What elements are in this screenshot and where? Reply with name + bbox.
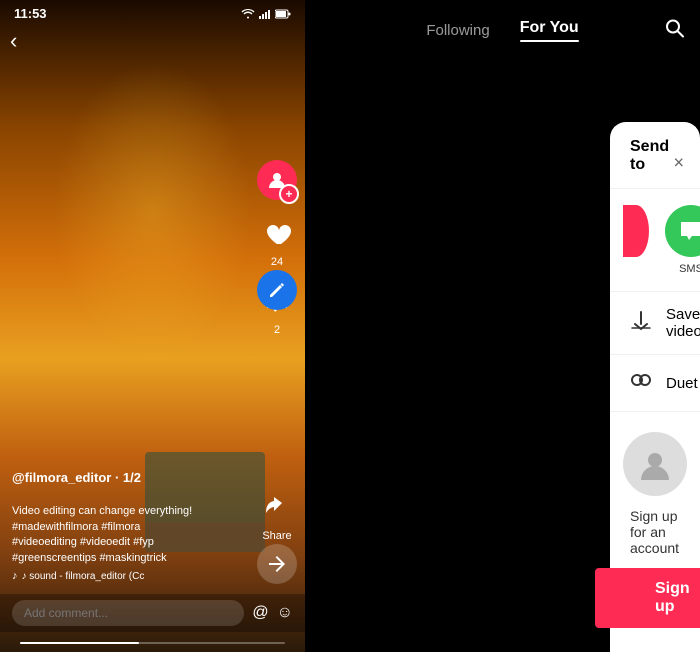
back-button[interactable]: ‹ bbox=[10, 28, 17, 54]
video-glow bbox=[53, 60, 253, 360]
nav-following[interactable]: Following bbox=[426, 22, 489, 39]
mention-icon[interactable]: @ bbox=[252, 604, 268, 622]
video-username: @filmora_editor · 1/2 bbox=[12, 470, 250, 485]
top-nav: Following For You bbox=[305, 0, 700, 60]
share-app-sms[interactable]: SMS bbox=[657, 205, 700, 275]
user-icon bbox=[267, 170, 287, 190]
forward-icon bbox=[264, 495, 290, 521]
progress-bar[interactable] bbox=[20, 642, 285, 644]
right-panel: Following For You Send to × bbox=[305, 0, 700, 652]
duet-item[interactable]: Duet bbox=[610, 354, 700, 411]
partial-share-app[interactable] bbox=[618, 205, 653, 275]
emoji-icon[interactable]: ☺ bbox=[277, 604, 293, 622]
edit-button[interactable] bbox=[257, 270, 297, 310]
sms-label: SMS bbox=[679, 263, 700, 275]
avatar-icon bbox=[637, 446, 673, 482]
search-svg bbox=[664, 18, 684, 38]
video-description: Video editing can change everything! #ma… bbox=[12, 489, 250, 566]
status-bar: 11:53 bbox=[0, 0, 305, 25]
video-info: @filmora_editor · 1/2 Video editing can … bbox=[12, 470, 250, 582]
battery-icon bbox=[275, 9, 291, 19]
sms-svg bbox=[678, 218, 700, 244]
wifi-icon bbox=[241, 9, 255, 19]
profile-action[interactable] bbox=[257, 160, 297, 200]
nav-for-you[interactable]: For You bbox=[520, 19, 579, 42]
edit-icon bbox=[268, 281, 286, 299]
heart-svg bbox=[263, 220, 291, 248]
signup-section: Sign up for an account Sign up bbox=[610, 411, 700, 652]
signal-icon bbox=[259, 9, 271, 19]
heart-icon bbox=[257, 214, 297, 254]
video-music: ♪ ♪ sound - filmora_editor (Cc bbox=[12, 570, 250, 582]
sms-icon bbox=[665, 205, 700, 257]
video-panel: 11:53 ‹ bbox=[0, 0, 305, 652]
share-button[interactable]: Share bbox=[257, 488, 297, 542]
duet-label: Duet bbox=[666, 375, 698, 392]
partial-app-icon bbox=[623, 205, 649, 257]
close-button[interactable]: × bbox=[673, 153, 684, 174]
status-time: 11:53 bbox=[14, 6, 47, 21]
navigate-icon bbox=[267, 554, 287, 574]
comment-icons: @ ☺ bbox=[252, 604, 293, 622]
like-count: 24 bbox=[271, 256, 283, 268]
share-label: Share bbox=[262, 530, 291, 542]
status-icons bbox=[241, 9, 291, 19]
navigate-button[interactable] bbox=[257, 544, 297, 584]
duet-svg bbox=[630, 369, 652, 391]
signup-text: Sign up for an account bbox=[630, 508, 680, 556]
progress-fill bbox=[20, 642, 139, 644]
search-icon[interactable] bbox=[664, 18, 684, 43]
like-action[interactable]: 24 bbox=[257, 214, 297, 268]
send-to-sheet: Send to × SMS bbox=[610, 122, 700, 652]
duet-icon bbox=[630, 369, 652, 397]
save-video-label: Save video bbox=[666, 306, 700, 340]
comment-count: 2 bbox=[274, 324, 280, 336]
avatar-placeholder bbox=[623, 432, 687, 496]
profile-icon bbox=[257, 160, 297, 200]
signup-button[interactable]: Sign up bbox=[595, 568, 700, 628]
music-icon: ♪ bbox=[12, 570, 18, 582]
share-icons-row: SMS Twitter Snapchat bbox=[610, 189, 700, 291]
save-video-item[interactable]: Save video bbox=[610, 291, 700, 354]
share-icon bbox=[257, 488, 297, 528]
sheet-header: Send to × bbox=[610, 138, 700, 189]
download-icon bbox=[630, 309, 652, 331]
comment-input[interactable] bbox=[12, 600, 244, 626]
save-video-icon bbox=[630, 309, 652, 337]
comment-bar: @ ☺ bbox=[0, 594, 305, 632]
